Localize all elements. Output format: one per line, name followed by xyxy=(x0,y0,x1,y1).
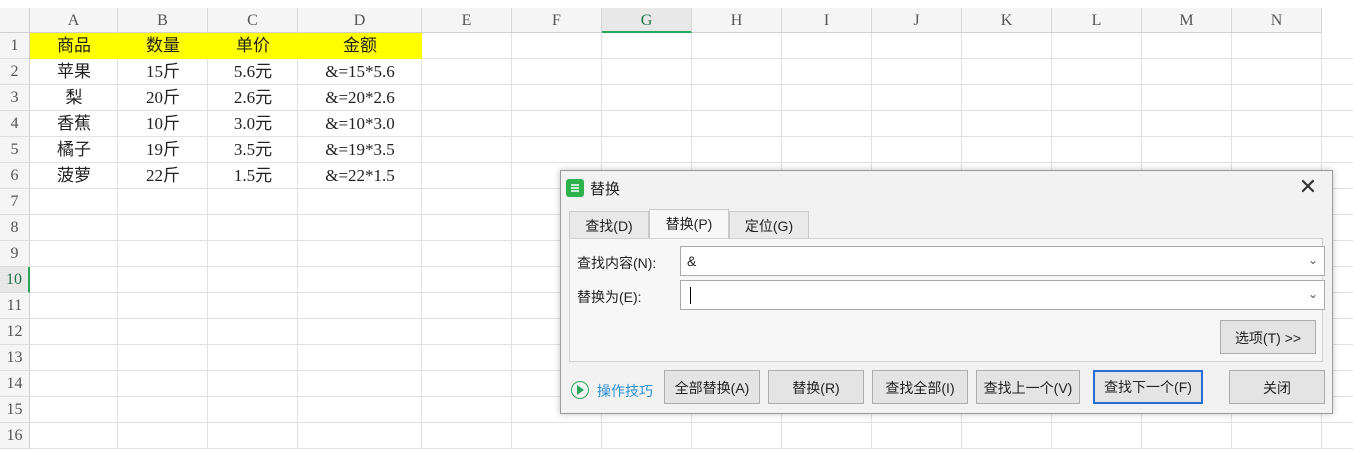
row-header-12[interactable]: 12 xyxy=(0,319,30,345)
row-header-13[interactable]: 13 xyxy=(0,345,30,371)
replace-button[interactable]: 替换(R) xyxy=(768,370,864,404)
row-header-14[interactable]: 14 xyxy=(0,371,30,397)
row-header-16[interactable]: 16 xyxy=(0,423,30,449)
row-header-7[interactable]: 7 xyxy=(0,189,30,215)
cell-c1[interactable]: 单价 xyxy=(208,33,298,59)
grid-line xyxy=(511,33,512,449)
cell-b3[interactable]: 20斤 xyxy=(118,85,208,111)
column-header-b[interactable]: B xyxy=(118,8,208,33)
column-header-h[interactable]: H xyxy=(692,8,782,33)
cell-c6[interactable]: 1.5元 xyxy=(208,163,298,189)
cell-a6[interactable]: 菠萝 xyxy=(30,163,118,189)
find-all-button[interactable]: 查找全部(I) xyxy=(872,370,968,404)
cell-b1[interactable]: 数量 xyxy=(118,33,208,59)
wps-spreadsheet-icon xyxy=(566,179,584,197)
cell-d4[interactable]: &=10*3.0 xyxy=(298,111,422,137)
column-header-a[interactable]: A xyxy=(30,8,118,33)
replace-input[interactable]: ⌄ xyxy=(680,280,1325,310)
column-header-c[interactable]: C xyxy=(208,8,298,33)
replace-all-button[interactable]: 全部替换(A) xyxy=(664,370,760,404)
row-header-9[interactable]: 9 xyxy=(0,241,30,267)
grid-line xyxy=(30,422,1353,423)
cell-c4[interactable]: 3.0元 xyxy=(208,111,298,137)
dialog-title: 替换 xyxy=(590,181,621,198)
cell-d5[interactable]: &=19*3.5 xyxy=(298,137,422,163)
column-header-e[interactable]: E xyxy=(422,8,512,33)
column-header-g[interactable]: G xyxy=(602,8,692,33)
find-prev-button[interactable]: 查找上一个(V) xyxy=(976,370,1080,404)
cell-a2[interactable]: 苹果 xyxy=(30,59,118,85)
cell-c3[interactable]: 2.6元 xyxy=(208,85,298,111)
find-next-button[interactable]: 查找下一个(F) xyxy=(1093,370,1203,404)
close-icon[interactable]: ✕ xyxy=(1296,174,1320,200)
cell-b2[interactable]: 15斤 xyxy=(118,59,208,85)
column-header-l[interactable]: L xyxy=(1052,8,1142,33)
replace-label: 替换为(E): xyxy=(577,289,642,305)
row-header-8[interactable]: 8 xyxy=(0,215,30,241)
row-header-11[interactable]: 11 xyxy=(0,293,30,319)
select-all-corner[interactable] xyxy=(0,8,30,33)
tips-label: 操作技巧 xyxy=(597,383,653,399)
replace-dialog: 替换 ✕ 查找(D) 替换(P) 定位(G) 查找内容(N): & ⌄ 替换为(… xyxy=(560,170,1333,414)
play-icon xyxy=(571,381,589,399)
row-header-5[interactable]: 5 xyxy=(0,137,30,163)
dialog-titlebar[interactable]: 替换 ✕ xyxy=(561,171,1332,203)
column-header-k[interactable]: K xyxy=(962,8,1052,33)
tab-replace[interactable]: 替换(P) xyxy=(649,209,729,239)
chevron-down-icon[interactable]: ⌄ xyxy=(1308,253,1318,267)
row-header-6[interactable]: 6 xyxy=(0,163,30,189)
row-header-2[interactable]: 2 xyxy=(0,59,30,85)
tab-goto[interactable]: 定位(G) xyxy=(729,211,809,239)
row-header-15[interactable]: 15 xyxy=(0,397,30,423)
cell-c5[interactable]: 3.5元 xyxy=(208,137,298,163)
cell-d6[interactable]: &=22*1.5 xyxy=(298,163,422,189)
chevron-down-icon[interactable]: ⌄ xyxy=(1308,287,1318,301)
column-header-n[interactable]: N xyxy=(1232,8,1322,33)
column-header-m[interactable]: M xyxy=(1142,8,1232,33)
cell-b5[interactable]: 19斤 xyxy=(118,137,208,163)
cell-b6[interactable]: 22斤 xyxy=(118,163,208,189)
find-value: & xyxy=(687,253,697,269)
row-header-1[interactable]: 1 xyxy=(0,33,30,59)
options-button[interactable]: 选项(T) >> xyxy=(1220,320,1316,354)
cell-c2[interactable]: 5.6元 xyxy=(208,59,298,85)
cell-d3[interactable]: &=20*2.6 xyxy=(298,85,422,111)
cell-a5[interactable]: 橘子 xyxy=(30,137,118,163)
row-header-3[interactable]: 3 xyxy=(0,85,30,111)
column-header-d[interactable]: D xyxy=(298,8,422,33)
column-header-i[interactable]: I xyxy=(782,8,872,33)
find-label: 查找内容(N): xyxy=(577,255,657,271)
cell-b4[interactable]: 10斤 xyxy=(118,111,208,137)
cell-a1[interactable]: 商品 xyxy=(30,33,118,59)
cell-a3[interactable]: 梨 xyxy=(30,85,118,111)
close-button[interactable]: 关闭 xyxy=(1229,370,1325,404)
row-header-10[interactable]: 10 xyxy=(0,267,30,293)
text-caret xyxy=(690,287,691,304)
cell-d2[interactable]: &=15*5.6 xyxy=(298,59,422,85)
cell-d1[interactable]: 金额 xyxy=(298,33,422,59)
column-header-j[interactable]: J xyxy=(872,8,962,33)
find-input[interactable]: & ⌄ xyxy=(680,246,1325,276)
row-header-4[interactable]: 4 xyxy=(0,111,30,137)
tab-find[interactable]: 查找(D) xyxy=(569,211,649,239)
column-header-f[interactable]: F xyxy=(512,8,602,33)
replace-panel: 查找内容(N): & ⌄ 替换为(E): ⌄ 选项(T) >> xyxy=(569,238,1325,362)
cell-a4[interactable]: 香蕉 xyxy=(30,111,118,137)
